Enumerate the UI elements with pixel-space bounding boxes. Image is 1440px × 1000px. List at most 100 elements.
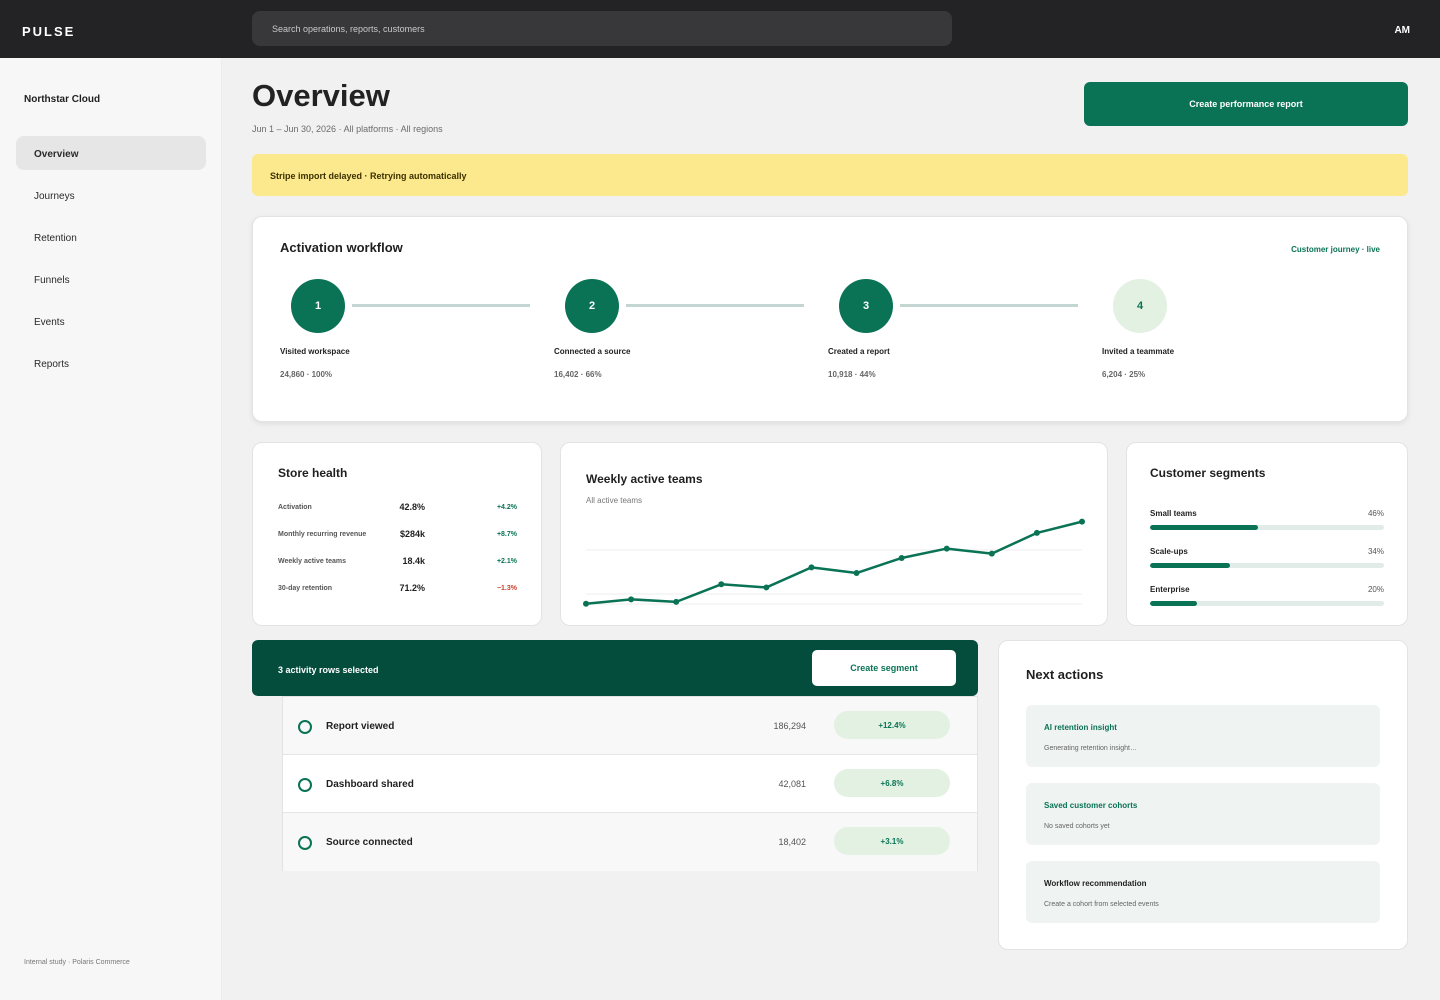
- segment-bar: [1150, 525, 1384, 530]
- alert-text: Stripe import delayed · Retrying automat…: [270, 171, 467, 181]
- workflow-live-tag[interactable]: Customer journey · live: [1291, 245, 1380, 254]
- step-3-stat: 10,918 · 44%: [828, 370, 876, 379]
- data-point[interactable]: [763, 584, 770, 591]
- action-title: Workflow recommendation: [1044, 879, 1147, 888]
- search-input[interactable]: [272, 11, 932, 46]
- data-point[interactable]: [898, 554, 905, 561]
- segment-name: Scale-ups: [1150, 547, 1188, 556]
- step-4-circle[interactable]: 4: [1113, 279, 1167, 333]
- sidebar-item-journeys[interactable]: Journeys: [16, 178, 206, 212]
- sidebar-item-reports[interactable]: Reports: [16, 346, 206, 380]
- step-connector: [900, 304, 1078, 307]
- segment-name: Enterprise: [1150, 585, 1190, 594]
- series-line: [585, 520, 1083, 605]
- import-alert-banner: Stripe import delayed · Retrying automat…: [252, 154, 1408, 196]
- data-point[interactable]: [1033, 529, 1040, 536]
- next-action-ai-insight[interactable]: AI retention insight Generating retentio…: [1026, 705, 1380, 767]
- sidebar-item-label: Journeys: [34, 191, 75, 202]
- top-bar: PULSE AM: [0, 0, 1440, 58]
- metric-label: Monthly recurring revenue: [278, 531, 367, 538]
- customer-segments-card: Customer segments Small teams 46% Scale-…: [1126, 442, 1408, 626]
- step-1-stat: 24,860 · 100%: [280, 370, 333, 379]
- segment-bar-fill: [1150, 601, 1197, 606]
- sidebar-item-label: Funnels: [34, 275, 70, 286]
- weekly-active-teams-card: Weekly active teams All active teams: [560, 442, 1108, 626]
- activity-table: Report viewed 186,294 +12.4% Dashboard s…: [282, 696, 978, 871]
- segment-bar: [1150, 563, 1384, 568]
- search-box[interactable]: [252, 11, 952, 46]
- table-row[interactable]: Source connected 18,402 +3.1%: [283, 813, 977, 871]
- step-2-circle[interactable]: 2: [565, 279, 619, 333]
- row-select-radio[interactable]: [298, 778, 312, 792]
- segment-name: Small teams: [1150, 509, 1197, 518]
- step-connector: [352, 304, 530, 307]
- page-subtitle: Jun 1 – Jun 30, 2026 · All platforms · A…: [252, 124, 443, 134]
- metric-delta: +2.1%: [496, 558, 517, 565]
- activation-workflow-card: Activation workflow Customer journey · l…: [252, 216, 1408, 422]
- user-avatar[interactable]: AM: [1394, 25, 1410, 36]
- metric-delta: +8.7%: [496, 531, 517, 538]
- sidebar-item-overview[interactable]: Overview: [16, 136, 206, 170]
- segment-bar-fill: [1150, 525, 1258, 530]
- sidebar-item-label: Overview: [34, 149, 79, 160]
- row-count: 186,294: [773, 721, 806, 731]
- page-title: Overview: [252, 78, 390, 113]
- next-action-workflow-recommendation[interactable]: Workflow recommendation Create a cohort …: [1026, 861, 1380, 923]
- metric-label: 30-day retention: [278, 585, 333, 592]
- app-logo[interactable]: PULSE: [22, 24, 75, 39]
- action-subtitle: No saved cohorts yet: [1044, 823, 1110, 830]
- metric-value: 71.2%: [399, 583, 425, 593]
- data-point[interactable]: [718, 581, 725, 588]
- selection-bar: 3 activity rows selected Create segment: [252, 640, 978, 696]
- metric-delta: −1.3%: [496, 585, 517, 592]
- row-select-radio[interactable]: [298, 720, 312, 734]
- step-4-stat: 6,204 · 25%: [1102, 370, 1146, 379]
- row-count: 42,081: [778, 779, 806, 789]
- workspace-name[interactable]: Northstar Cloud: [24, 94, 100, 105]
- metric-delta: +4.2%: [496, 504, 517, 511]
- step-2-label: Connected a source: [554, 347, 631, 356]
- data-point[interactable]: [853, 570, 860, 577]
- step-3-label: Created a report: [828, 347, 890, 356]
- row-event-name: Dashboard shared: [326, 779, 414, 790]
- sidebar-item-events[interactable]: Events: [16, 304, 206, 338]
- data-point[interactable]: [943, 545, 950, 552]
- step-2-stat: 16,402 · 66%: [554, 370, 602, 379]
- metric-value: 42.8%: [399, 502, 425, 512]
- store-health-title: Store health: [278, 466, 348, 480]
- data-point[interactable]: [808, 564, 815, 571]
- segment-percent: 20%: [1367, 585, 1384, 594]
- store-health-card: Store health Activation 42.8% +4.2% Mont…: [252, 442, 542, 626]
- segments-title: Customer segments: [1150, 466, 1266, 480]
- segment-percent: 34%: [1367, 547, 1384, 556]
- segment-bar: [1150, 601, 1384, 606]
- weekly-active-teams-chart: [583, 518, 1085, 607]
- segment-percent: 46%: [1367, 509, 1384, 518]
- data-point[interactable]: [988, 550, 995, 557]
- row-delta-chip: +3.1%: [834, 827, 950, 855]
- sidebar-item-label: Retention: [34, 233, 77, 244]
- metric-label: Activation: [278, 504, 312, 511]
- data-point[interactable]: [628, 596, 635, 603]
- workflow-title: Activation workflow: [280, 240, 403, 255]
- action-subtitle: Generating retention insight…: [1044, 745, 1137, 752]
- row-delta-chip: +6.8%: [834, 769, 950, 797]
- next-action-saved-cohorts[interactable]: Saved customer cohorts No saved cohorts …: [1026, 783, 1380, 845]
- row-event-name: Source connected: [326, 837, 413, 848]
- step-3-circle[interactable]: 3: [839, 279, 893, 333]
- data-point[interactable]: [673, 598, 680, 605]
- create-segment-button[interactable]: Create segment: [812, 650, 956, 686]
- step-1-circle[interactable]: 1: [291, 279, 345, 333]
- sidebar-item-funnels[interactable]: Funnels: [16, 262, 206, 296]
- row-count: 18,402: [778, 837, 806, 847]
- row-event-name: Report viewed: [326, 721, 395, 732]
- create-performance-report-button[interactable]: Create performance report: [1084, 82, 1408, 126]
- step-1-label: Visited workspace: [280, 347, 350, 356]
- sidebar-item-label: Events: [34, 317, 65, 328]
- table-row[interactable]: Dashboard shared 42,081 +6.8%: [283, 755, 977, 813]
- table-row[interactable]: Report viewed 186,294 +12.4%: [283, 697, 977, 755]
- sidebar-item-retention[interactable]: Retention: [16, 220, 206, 254]
- data-point[interactable]: [583, 600, 589, 607]
- row-select-radio[interactable]: [298, 836, 312, 850]
- data-point[interactable]: [1079, 518, 1085, 525]
